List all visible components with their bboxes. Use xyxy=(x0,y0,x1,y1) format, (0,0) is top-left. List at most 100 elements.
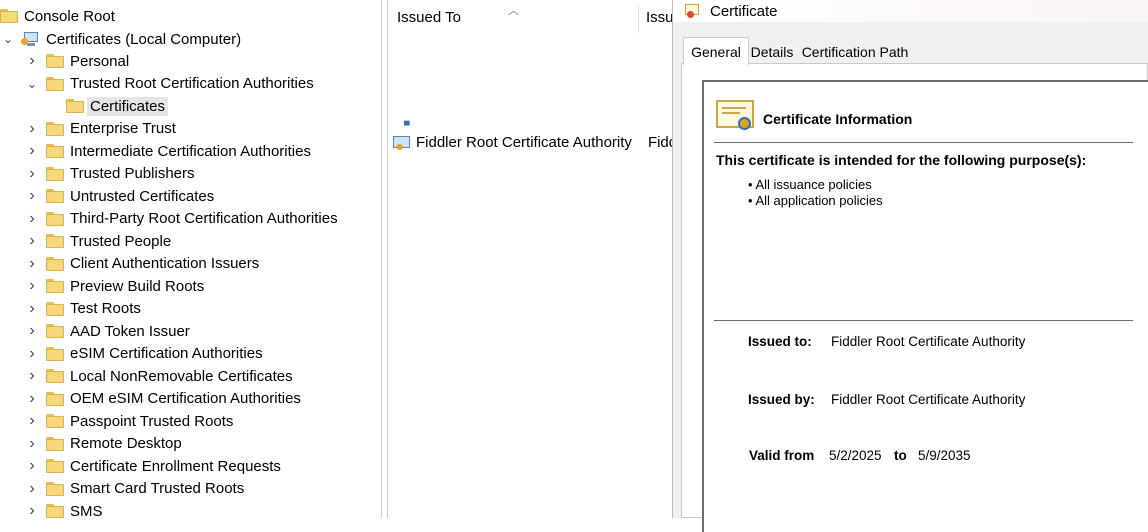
chevron-right-icon[interactable]: › xyxy=(26,503,38,519)
chevron-right-icon[interactable]: › xyxy=(26,188,38,204)
chevron-right-icon[interactable]: › xyxy=(26,368,38,384)
folder-icon xyxy=(46,256,64,271)
tree-node-enterprise-trust[interactable]: › Enterprise Trust xyxy=(26,118,176,140)
tree-node-label: Intermediate Certification Authorities xyxy=(70,142,311,160)
tree-node-test-roots[interactable]: › Test Roots xyxy=(26,298,141,320)
tree-node-untrusted-certificates[interactable]: › Untrusted Certificates xyxy=(26,185,214,207)
dialog-titlebar[interactable]: Certificate xyxy=(673,0,1148,22)
folder-icon xyxy=(46,459,64,473)
tree-node-esim-certification-authorities[interactable]: › eSIM Certification Authorities xyxy=(26,343,263,365)
column-header-issued-by[interactable]: Issu xyxy=(646,0,673,34)
folder-icon xyxy=(46,324,64,338)
chevron-right-icon[interactable]: › xyxy=(26,165,38,181)
chevron-right-icon[interactable]: › xyxy=(26,278,38,294)
tree-node-label: eSIM Certification Authorities xyxy=(70,345,263,362)
tree-node-third-party-root-certification-authorities[interactable]: › Third-Party Root Certification Authorit… xyxy=(26,208,337,230)
tree-node-label: Certificate Enrollment Requests xyxy=(70,457,281,475)
tree-node-trusted-publishers[interactable]: › Trusted Publishers xyxy=(26,163,194,185)
folder-icon xyxy=(46,211,64,226)
chevron-right-icon[interactable]: › xyxy=(26,323,38,339)
folder-icon xyxy=(46,369,64,383)
folder-icon xyxy=(46,189,64,203)
folder-icon xyxy=(46,346,64,361)
chevron-right-icon[interactable]: › xyxy=(26,458,38,474)
tree-node-smart-card-trusted-roots[interactable]: › Smart Card Trusted Roots xyxy=(26,478,244,500)
tab-details[interactable]: Details xyxy=(747,40,797,64)
folder-icon xyxy=(46,234,64,248)
sort-ascending-icon: ︿ xyxy=(508,5,519,17)
tree-node-client-authentication-issuers[interactable]: › Client Authentication Issuers xyxy=(26,253,259,275)
folder-icon xyxy=(46,54,64,68)
tree-node-passpoint-trusted-roots[interactable]: › Passpoint Trusted Roots xyxy=(26,410,233,432)
issued-by-label: Issued by: xyxy=(748,392,815,407)
chevron-down-icon[interactable]: ⌄ xyxy=(26,78,38,90)
divider xyxy=(714,142,1133,143)
folder-icon xyxy=(46,504,64,518)
chevron-right-icon[interactable]: › xyxy=(26,413,38,429)
tree-node-label: Untrusted Certificates xyxy=(70,187,215,205)
folder-icon xyxy=(46,279,64,293)
chevron-right-icon[interactable]: › xyxy=(26,53,38,69)
tree-node-personal[interactable]: › Personal xyxy=(26,50,129,72)
folder-icon xyxy=(46,391,64,406)
tree-node-local-nonremovable-certificates[interactable]: › Local NonRemovable Certificates xyxy=(26,365,292,387)
certificate-icon xyxy=(392,134,412,150)
column-header-issued-to[interactable]: Issued To xyxy=(397,0,461,34)
tree-node-label: Client Authentication Issuers xyxy=(70,255,260,272)
cell-issued-to: Fiddler Root Certificate Authority xyxy=(416,133,632,151)
chevron-right-icon[interactable]: › xyxy=(26,480,38,496)
tree-node-trusted-people[interactable]: › Trusted People xyxy=(26,230,171,252)
tree-node-label: OEM eSIM Certification Authorities xyxy=(70,390,301,407)
folder-icon xyxy=(46,301,64,316)
tab-general[interactable]: General xyxy=(683,37,749,65)
dialog-title: Certificate xyxy=(710,2,778,20)
valid-to-value: 5/9/2035 xyxy=(918,448,971,463)
tree-node-intermediate-certification-authorities[interactable]: › Intermediate Certification Authorities xyxy=(26,140,311,162)
tree-node-preview-build-roots[interactable]: › Preview Build Roots xyxy=(26,275,204,297)
chevron-right-icon[interactable]: › xyxy=(26,255,38,271)
chevron-right-icon[interactable]: › xyxy=(26,435,38,451)
purpose-heading: This certificate is intended for the fol… xyxy=(716,152,1087,168)
column-divider[interactable] xyxy=(638,5,639,33)
tree-node-label: SMS xyxy=(70,502,103,519)
divider xyxy=(714,320,1133,321)
tree-node-label: Certificates xyxy=(87,96,169,116)
tree-node-trusted-root-certification-authorities[interactable]: ⌄ Trusted Root Certification Authorities xyxy=(26,73,314,95)
tree-node-certificate-enrollment-requests[interactable]: › Certificate Enrollment Requests xyxy=(26,455,281,477)
valid-from-value: 5/2/2025 xyxy=(829,448,882,463)
tree-node-oem-esim-certification-authorities[interactable]: › OEM eSIM Certification Authorities xyxy=(26,388,301,410)
tree-node-label: Passpoint Trusted Roots xyxy=(70,412,234,430)
list-item[interactable]: Fiddler Root Certificate Authority Fiddc xyxy=(392,131,673,153)
folder-icon xyxy=(46,414,64,428)
tree-node-local-computer[interactable]: ⌄ Certificates (Local Computer) xyxy=(2,28,241,50)
folder-icon xyxy=(46,144,64,158)
folder-icon xyxy=(46,481,64,496)
tree-node-label: Console Root xyxy=(24,7,115,25)
certificate-info-box xyxy=(702,80,1148,532)
folder-icon xyxy=(0,9,18,23)
chevron-right-icon[interactable]: › xyxy=(26,345,38,361)
tree-node-label: Test Roots xyxy=(70,300,141,317)
tree-node-label: Enterprise Trust xyxy=(70,120,176,137)
console-tree: Console Root ⌄ Certificates (Local Compu… xyxy=(0,0,382,518)
folder-icon xyxy=(66,99,84,113)
tree-node-label: Trusted People xyxy=(70,232,172,250)
chevron-right-icon[interactable]: › xyxy=(26,143,38,159)
valid-from-label: Valid from xyxy=(749,448,815,463)
folder-icon xyxy=(46,436,64,451)
chevron-right-icon[interactable]: › xyxy=(26,390,38,406)
tree-node-label: Smart Card Trusted Roots xyxy=(70,480,245,497)
chevron-right-icon[interactable]: › xyxy=(26,210,38,226)
tree-node-console-root[interactable]: Console Root xyxy=(0,5,115,27)
tab-certification-path[interactable]: Certification Path xyxy=(801,40,909,64)
tree-node-aad-token-issuer[interactable]: › AAD Token Issuer xyxy=(26,320,189,342)
tree-node-label: Trusted Root Certification Authorities xyxy=(70,75,314,92)
tree-node-remote-desktop[interactable]: › Remote Desktop xyxy=(26,433,181,455)
tree-node-certificates[interactable]: Certificates xyxy=(66,95,169,117)
chevron-right-icon[interactable]: › xyxy=(26,120,38,136)
chevron-down-icon[interactable]: ⌄ xyxy=(2,33,14,45)
issued-by-value: Fiddler Root Certificate Authority xyxy=(831,392,1026,407)
chevron-right-icon[interactable]: › xyxy=(26,300,38,316)
tree-node-sms[interactable]: › SMS xyxy=(26,500,103,518)
chevron-right-icon[interactable]: › xyxy=(26,233,38,249)
